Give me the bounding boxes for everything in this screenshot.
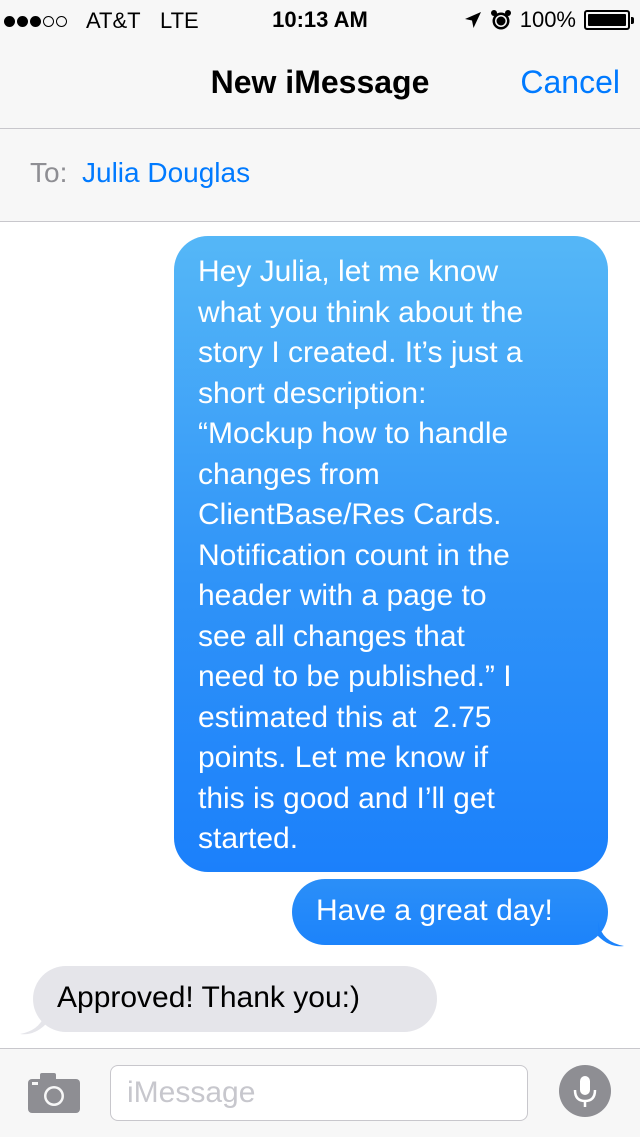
microphone-icon bbox=[573, 1076, 597, 1107]
message-line: story I created. It’s just a bbox=[198, 336, 523, 369]
message-line: short description: bbox=[198, 376, 427, 410]
location-arrow-icon bbox=[464, 12, 481, 28]
message-line: need to be published.” I bbox=[198, 660, 512, 693]
message-line: changes from bbox=[198, 457, 380, 491]
message-text: Approved! Thank you:) bbox=[57, 981, 360, 1014]
message-text: Have a great day! bbox=[316, 894, 553, 927]
incoming-message-bubble[interactable]: Approved! Thank you:) bbox=[33, 966, 437, 1032]
message-line: “Mockup how to handle bbox=[198, 417, 509, 450]
message-text: Hey Julia, let me know what you think abo… bbox=[198, 252, 588, 860]
message-input[interactable] bbox=[110, 1065, 528, 1121]
battery-icon bbox=[584, 10, 634, 30]
message-line: Hey Julia, let me know bbox=[198, 255, 499, 288]
battery-fill bbox=[588, 14, 626, 26]
camera-icon[interactable] bbox=[26, 1069, 82, 1117]
status-bar: AT&T LTE 10:13 AM 100% bbox=[0, 0, 640, 40]
cancel-button[interactable]: Cancel bbox=[520, 64, 620, 101]
microphone-button[interactable] bbox=[559, 1065, 611, 1117]
outgoing-message-bubble[interactable]: Have a great day! bbox=[292, 879, 608, 945]
message-line: this is good and I’ll get bbox=[198, 781, 495, 815]
message-line: started. bbox=[198, 822, 299, 855]
battery-percent: 100% bbox=[519, 7, 576, 32]
message-line: what you think about the bbox=[198, 295, 524, 329]
status-right-group: 100% bbox=[464, 6, 634, 34]
outgoing-bubble-tail bbox=[598, 922, 624, 947]
message-line: header with a page to bbox=[198, 579, 487, 612]
navigation-bar: New iMessage Cancel bbox=[0, 40, 640, 129]
message-line: see all changes that bbox=[198, 619, 465, 653]
message-compose-bar bbox=[0, 1048, 640, 1137]
message-line: estimated this at 2.75 bbox=[198, 700, 492, 734]
to-label: To: bbox=[30, 157, 68, 188]
recipient-token[interactable]: Julia Douglas bbox=[82, 157, 250, 189]
outgoing-message-bubble[interactable]: Hey Julia, let me know what you think abo… bbox=[174, 236, 608, 872]
incoming-bubble-tail bbox=[20, 1010, 46, 1035]
message-line: Notification count in the bbox=[198, 538, 510, 572]
message-line: points. Let me know if bbox=[198, 741, 489, 774]
battery-nub bbox=[631, 17, 634, 24]
message-line: ClientBase/Res Cards. bbox=[198, 498, 502, 531]
alarm-clock-icon bbox=[490, 10, 511, 30]
recipient-field[interactable]: To: Julia Douglas bbox=[0, 129, 640, 222]
